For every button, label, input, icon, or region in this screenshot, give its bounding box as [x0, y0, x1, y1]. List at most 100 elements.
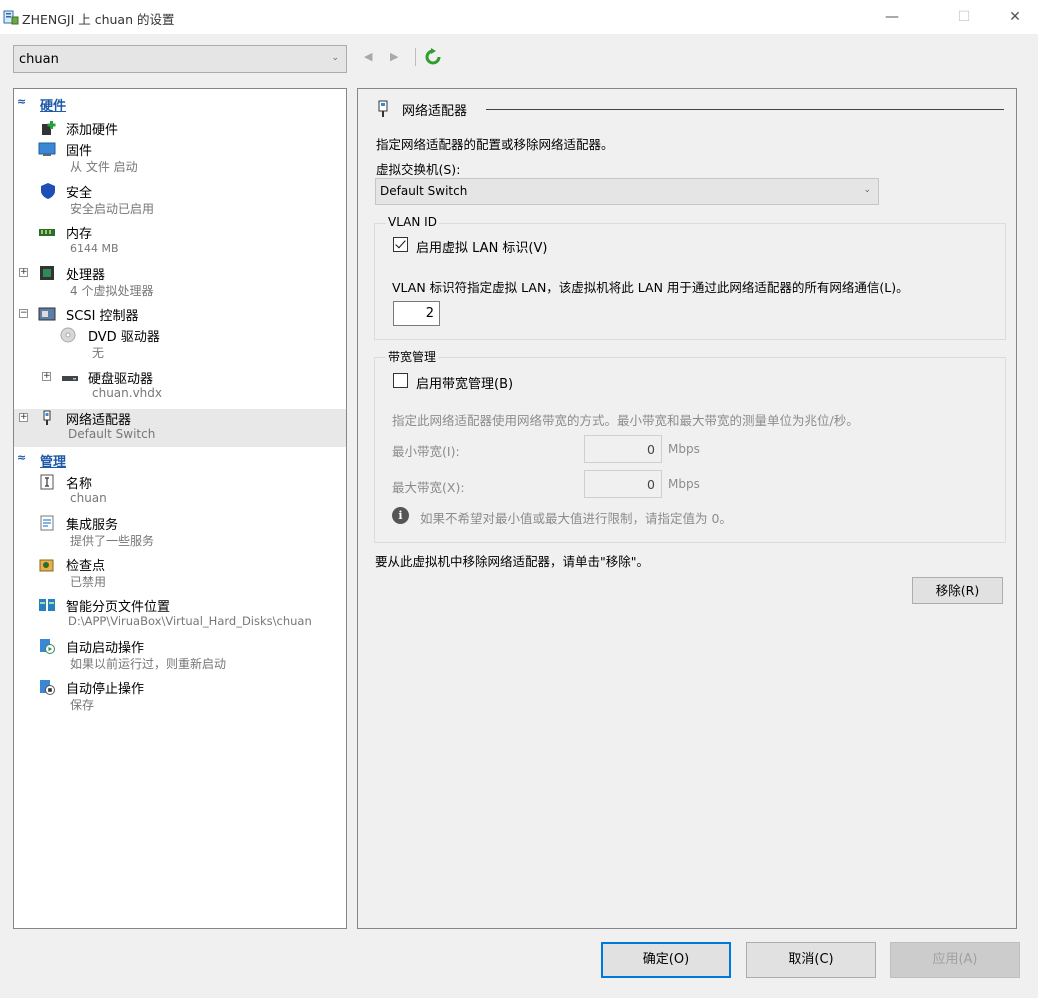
tree-item-label: 检查点: [66, 559, 106, 574]
tree-item-hard-drive[interactable]: + 硬盘驱动器 chuan.vhdx: [14, 368, 346, 408]
settings-tree: ≈ 硬件 添加硬件 固件 从 文件 启动 安全 安全启动已启用 内存 6144 …: [13, 88, 347, 929]
network-adapter-settings-panel: 网络适配器 指定网络适配器的配置或移除网络适配器。 虚拟交换机(S): Defa…: [357, 88, 1017, 929]
vlan-id-value: 2: [425, 306, 434, 321]
bandwidth-enable-checkbox[interactable]: [393, 373, 408, 388]
next-icon[interactable]: ▶: [390, 50, 398, 63]
tree-item-detail: 提供了一些服务: [70, 534, 155, 548]
tree-item-label: 内存: [66, 227, 93, 242]
checkpoint-icon: [39, 559, 54, 572]
tree-item-network-adapter[interactable]: + 网络适配器 Default Switch: [14, 409, 346, 447]
add-hardware-icon: [42, 121, 56, 135]
bandwidth-info-text: 如果不希望对最小值或最大值进行限制，请指定值为 0。: [420, 511, 732, 526]
cancel-button[interactable]: 取消(C): [746, 942, 876, 978]
vlan-group-title: VLAN ID: [386, 215, 439, 229]
vlan-enable-label[interactable]: 启用虚拟 LAN 标识(V): [416, 237, 547, 256]
collapse-icon[interactable]: −: [19, 309, 28, 318]
tree-item-detail: 4 个虚拟处理器: [70, 284, 154, 298]
tree-item-label: SCSI 控制器: [66, 309, 139, 324]
collapse-icon[interactable]: ≈: [17, 95, 26, 108]
tree-item-processor[interactable]: + 处理器 4 个虚拟处理器: [14, 264, 346, 304]
tree-item-label: 自动停止操作: [66, 682, 145, 697]
ok-button[interactable]: 确定(O): [601, 942, 731, 978]
tree-item-label: 自动启动操作: [66, 641, 145, 656]
min-bandwidth-input[interactable]: 0: [584, 435, 662, 463]
tree-item-automatic-stop[interactable]: 自动停止操作 保存: [14, 678, 346, 718]
min-bandwidth-label: 最小带宽(I):: [392, 444, 460, 459]
tree-item-add-hardware[interactable]: 添加硬件: [14, 119, 346, 139]
tree-item-detail: 如果以前运行过，则重新启动: [70, 657, 227, 671]
toolbar-separator: [415, 48, 416, 66]
window-title: ZHENGJI 上 chuan 的设置: [22, 12, 175, 27]
tree-item-automatic-start[interactable]: 自动启动操作 如果以前运行过，则重新启动: [14, 637, 346, 677]
bandwidth-description: 指定此网络适配器使用网络带宽的方式。最小带宽和最大带宽的测量单位为兆位/秒。: [392, 413, 859, 428]
smart-paging-icon: [39, 599, 55, 611]
chevron-down-icon: ⌄: [331, 53, 339, 63]
tree-item-label: 安全: [66, 186, 93, 201]
remove-description: 要从此虚拟机中移除网络适配器，请单击"移除"。: [375, 554, 649, 569]
vlan-enable-checkbox[interactable]: [393, 237, 408, 252]
expand-icon[interactable]: +: [19, 268, 28, 277]
apply-button[interactable]: 应用(A): [890, 942, 1020, 978]
vm-select[interactable]: chuan ⌄: [13, 45, 347, 73]
tree-item-detail: 保存: [70, 698, 95, 712]
tree-item-detail: 无: [92, 346, 105, 360]
dvd-disc-icon: [60, 327, 76, 343]
virtual-switch-label: 虚拟交换机(S):: [376, 162, 461, 177]
shield-icon: [41, 183, 55, 199]
tree-item-smart-paging-location[interactable]: 智能分页文件位置 D:\APP\ViruaBox\Virtual_Hard_Di…: [14, 596, 346, 636]
tree-item-detail: 安全启动已启用: [70, 202, 155, 216]
chevron-down-icon: ⌄: [863, 185, 871, 195]
refresh-icon[interactable]: [424, 48, 442, 66]
memory-icon: [39, 229, 55, 236]
tree-item-security[interactable]: 安全 安全启动已启用: [14, 182, 346, 222]
info-icon: i: [392, 507, 409, 524]
tree-item-memory[interactable]: 内存 6144 MB: [14, 223, 346, 263]
vlan-id-input[interactable]: 2: [393, 301, 440, 326]
vlan-description: VLAN 标识符指定虚拟 LAN，该虚拟机将此 LAN 用于通过此网络适配器的所…: [392, 280, 909, 295]
tree-item-scsi-controller[interactable]: − SCSI 控制器: [14, 305, 346, 325]
tree-item-detail: D:\APP\ViruaBox\Virtual_Hard_Disks\chuan: [68, 614, 312, 628]
network-adapter-icon: [378, 100, 388, 117]
tree-item-firmware[interactable]: 固件 从 文件 启动: [14, 140, 346, 180]
tree-item-label: 名称: [66, 477, 93, 492]
max-bandwidth-label: 最大带宽(X):: [392, 480, 465, 495]
virtual-switch-select[interactable]: Default Switch ⌄: [375, 178, 879, 205]
tree-item-label: 硬盘驱动器: [88, 372, 154, 387]
hyperv-settings-icon: [3, 10, 19, 25]
scsi-controller-icon: [38, 307, 56, 321]
bandwidth-enable-label[interactable]: 启用带宽管理(B): [416, 373, 513, 392]
processor-icon: [40, 266, 54, 280]
tree-item-dvd-drive[interactable]: DVD 驱动器 无: [14, 326, 346, 366]
vm-select-value: chuan: [19, 52, 59, 67]
tree-item-integration-services[interactable]: 集成服务 提供了一些服务: [14, 514, 346, 554]
tree-item-detail: 已禁用: [70, 575, 107, 589]
close-button[interactable]: ✕: [992, 0, 1038, 34]
hardware-section-header[interactable]: ≈ 硬件: [15, 95, 345, 114]
minimize-button[interactable]: —: [869, 0, 915, 34]
collapse-icon[interactable]: ≈: [17, 451, 26, 464]
title-divider: [486, 109, 1004, 110]
maximize-button[interactable]: ☐: [941, 0, 987, 34]
tree-item-detail: chuan.vhdx: [92, 386, 163, 400]
tree-item-checkpoints[interactable]: 检查点 已禁用: [14, 555, 346, 595]
title-bar: ZHENGJI 上 chuan 的设置 — ☐ ✕: [0, 0, 1038, 34]
max-bandwidth-input[interactable]: 0: [584, 470, 662, 498]
hardware-section-label: 硬件: [40, 99, 67, 114]
tree-item-label: 固件: [66, 144, 93, 159]
tree-item-name[interactable]: 名称 chuan: [14, 473, 346, 513]
tree-item-detail: Default Switch: [68, 427, 156, 441]
min-bandwidth-value: 0: [647, 442, 655, 457]
min-bandwidth-unit: Mbps: [668, 442, 700, 456]
network-adapter-icon: [43, 410, 51, 425]
auto-stop-icon: [40, 680, 55, 695]
previous-icon[interactable]: ◀: [364, 50, 372, 63]
integration-services-icon: [40, 515, 54, 531]
tree-item-label: DVD 驱动器: [88, 330, 160, 345]
expand-icon[interactable]: +: [42, 372, 51, 381]
expand-icon[interactable]: +: [19, 413, 28, 422]
management-section-label: 管理: [40, 455, 67, 470]
tree-item-label: 智能分页文件位置: [66, 600, 171, 615]
remove-button[interactable]: 移除(R): [912, 577, 1003, 604]
tree-item-label: 网络适配器: [66, 413, 132, 428]
management-section-header[interactable]: ≈ 管理: [15, 451, 345, 470]
